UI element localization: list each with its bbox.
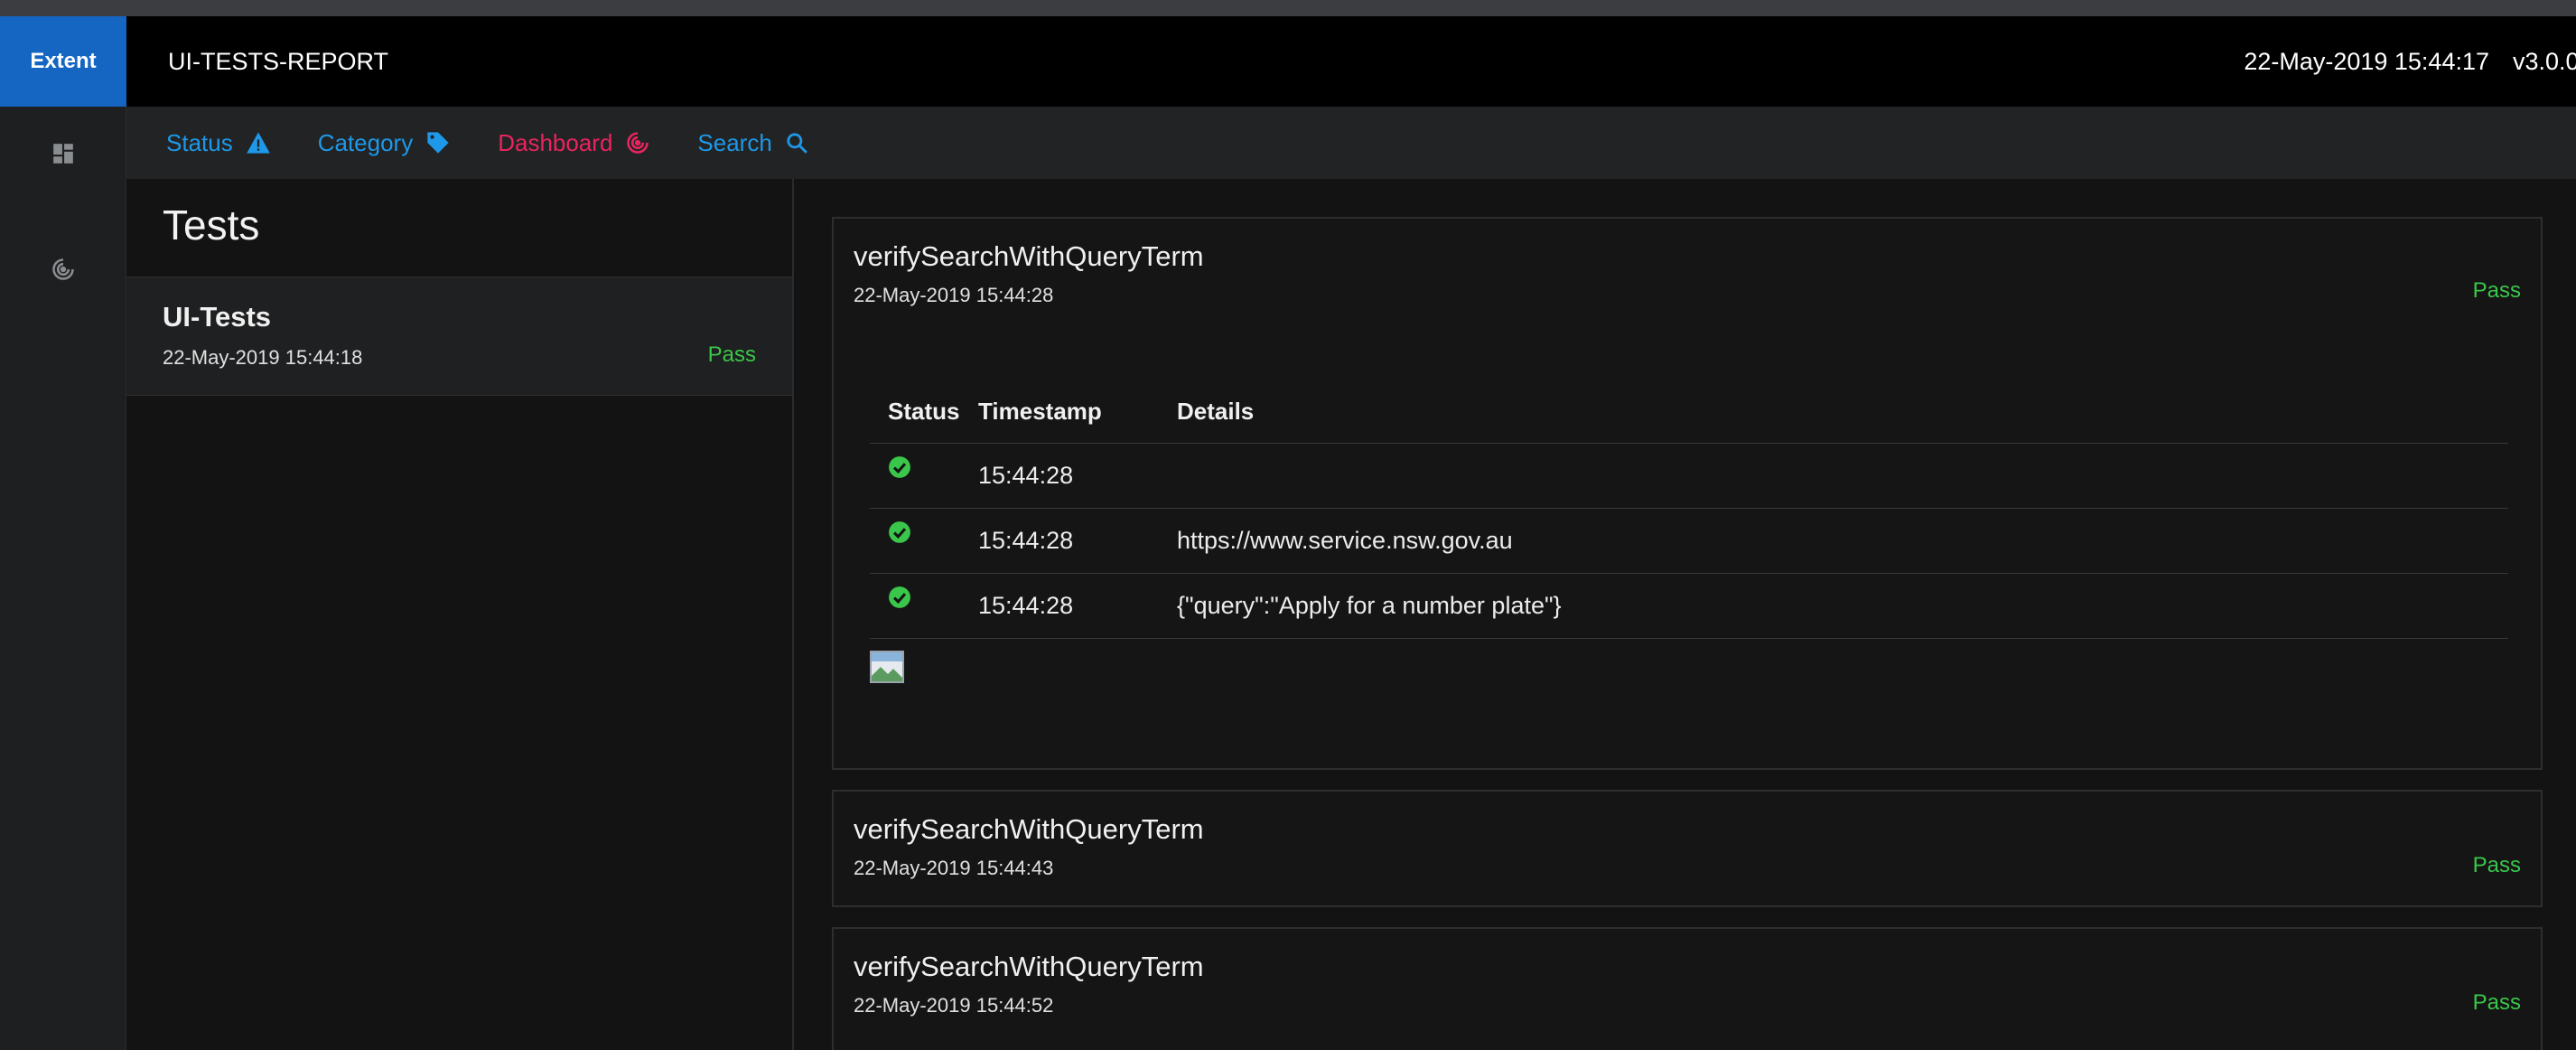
- node-status-badge: Pass: [2472, 853, 2521, 877]
- report-name: UI-TESTS-REPORT: [168, 47, 389, 75]
- test-time: 22-May-2019 15:44:18: [163, 346, 363, 369]
- node-card: verifySearchWithQueryTerm 22-May-2019 15…: [832, 217, 2543, 770]
- node-card: verifySearchWithQueryTerm 22-May-2019 15…: [832, 927, 2543, 1050]
- log-details: {"query":"Apply for a number plate"}: [1177, 573, 2508, 639]
- brand-logo[interactable]: Extent: [0, 16, 126, 107]
- header-bar: Extent UI-TESTS-REPORT 22-May-2019 15:44…: [0, 16, 2576, 107]
- node-title[interactable]: verifySearchWithQueryTerm: [854, 951, 1204, 983]
- log-header-status: Status: [870, 381, 978, 444]
- nav-category[interactable]: Category: [318, 129, 452, 157]
- node-time: 22-May-2019 15:44:52: [854, 994, 1054, 1017]
- nav-dashboard[interactable]: Dashboard: [498, 129, 650, 157]
- nav-dashboard-label: Dashboard: [498, 128, 613, 156]
- node-time: 22-May-2019 15:44:28: [854, 284, 1054, 306]
- node-card: verifySearchWithQueryTerm 22-May-2019 15…: [832, 790, 2543, 907]
- log-header-timestamp: Timestamp: [978, 381, 1177, 444]
- node-time: 22-May-2019 15:44:43: [854, 857, 1054, 879]
- tests-heading: Tests: [163, 202, 260, 248]
- log-row: 15:44:28: [870, 443, 2508, 509]
- nav-search[interactable]: Search: [697, 129, 807, 157]
- report-datetime: 22-May-2019 15:44:17: [2244, 47, 2489, 75]
- node-status-badge: Pass: [2472, 990, 2521, 1015]
- test-list-panel: Tests UI-Tests 22-May-2019 15:44:18 Pass: [126, 179, 794, 1050]
- test-item[interactable]: UI-Tests 22-May-2019 15:44:18 Pass: [126, 277, 792, 396]
- log-row: 15:44:28 https://www.service.nsw.gov.au: [870, 508, 2508, 574]
- node-title[interactable]: verifySearchWithQueryTerm: [854, 240, 1204, 273]
- nav-status-label: Status: [166, 128, 233, 156]
- nav-status[interactable]: Status: [166, 129, 271, 157]
- log-timestamp: 15:44:28: [978, 443, 1177, 509]
- screenshot-thumbnail[interactable]: [870, 651, 904, 683]
- broken-image-icon: [872, 652, 902, 681]
- check-circle-icon: [889, 586, 910, 608]
- window-top-strip: [0, 0, 2576, 16]
- test-name: UI-Tests: [163, 301, 272, 333]
- tag-icon: [427, 132, 449, 154]
- dashboard-grid-icon[interactable]: [0, 127, 126, 181]
- log-timestamp: 15:44:28: [978, 508, 1177, 574]
- node-title[interactable]: verifySearchWithQueryTerm: [854, 813, 1204, 846]
- log-table-header: Status Timestamp Details: [870, 381, 2508, 444]
- radar-icon: [627, 132, 649, 154]
- log-table: Status Timestamp Details 15:44:28 15:44:…: [870, 381, 2508, 639]
- check-circle-icon: [889, 520, 910, 543]
- sidebar: [0, 107, 126, 1050]
- test-detail-panel: verifySearchWithQueryTerm 22-May-2019 15…: [794, 179, 2576, 1050]
- test-status-badge: Pass: [707, 342, 756, 367]
- log-header-details: Details: [1177, 381, 2508, 444]
- log-details: [1177, 443, 2508, 509]
- log-timestamp: 15:44:28: [978, 573, 1177, 639]
- report-version: v3.0.0: [2513, 47, 2576, 75]
- node-status-badge: Pass: [2472, 278, 2521, 303]
- radar-icon[interactable]: [0, 242, 126, 296]
- header-info: 22-May-2019 15:44:17 v3.0.0: [2244, 16, 2576, 107]
- log-row: 15:44:28 {"query":"Apply for a number pl…: [870, 573, 2508, 639]
- nav-category-label: Category: [317, 128, 414, 156]
- top-nav: Status Category Dashboard Search: [126, 107, 2576, 179]
- warning-icon: [246, 132, 270, 154]
- search-icon: [787, 133, 807, 154]
- nav-search-label: Search: [697, 128, 772, 156]
- check-circle-icon: [889, 455, 910, 478]
- log-details: https://www.service.nsw.gov.au: [1177, 508, 2508, 574]
